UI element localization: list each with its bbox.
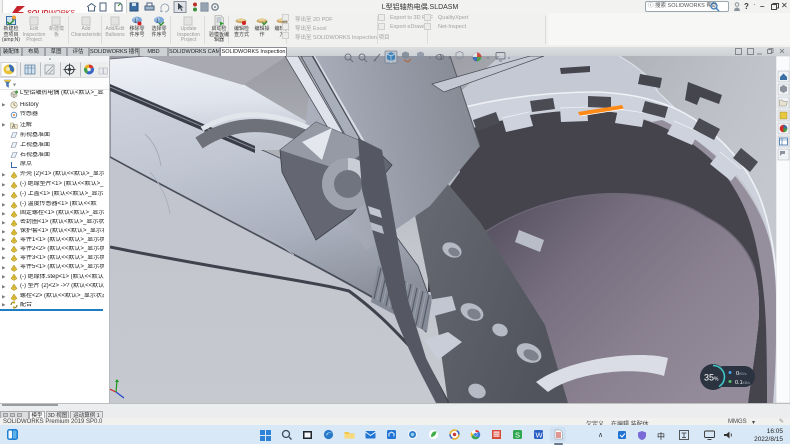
svg-text:1: 1	[134, 19, 137, 25]
svg-text:1: 1	[156, 19, 159, 25]
svg-text:▾: ▾	[13, 83, 16, 89]
svg-text:S: S	[515, 431, 520, 440]
svg-text:W: W	[536, 431, 544, 440]
